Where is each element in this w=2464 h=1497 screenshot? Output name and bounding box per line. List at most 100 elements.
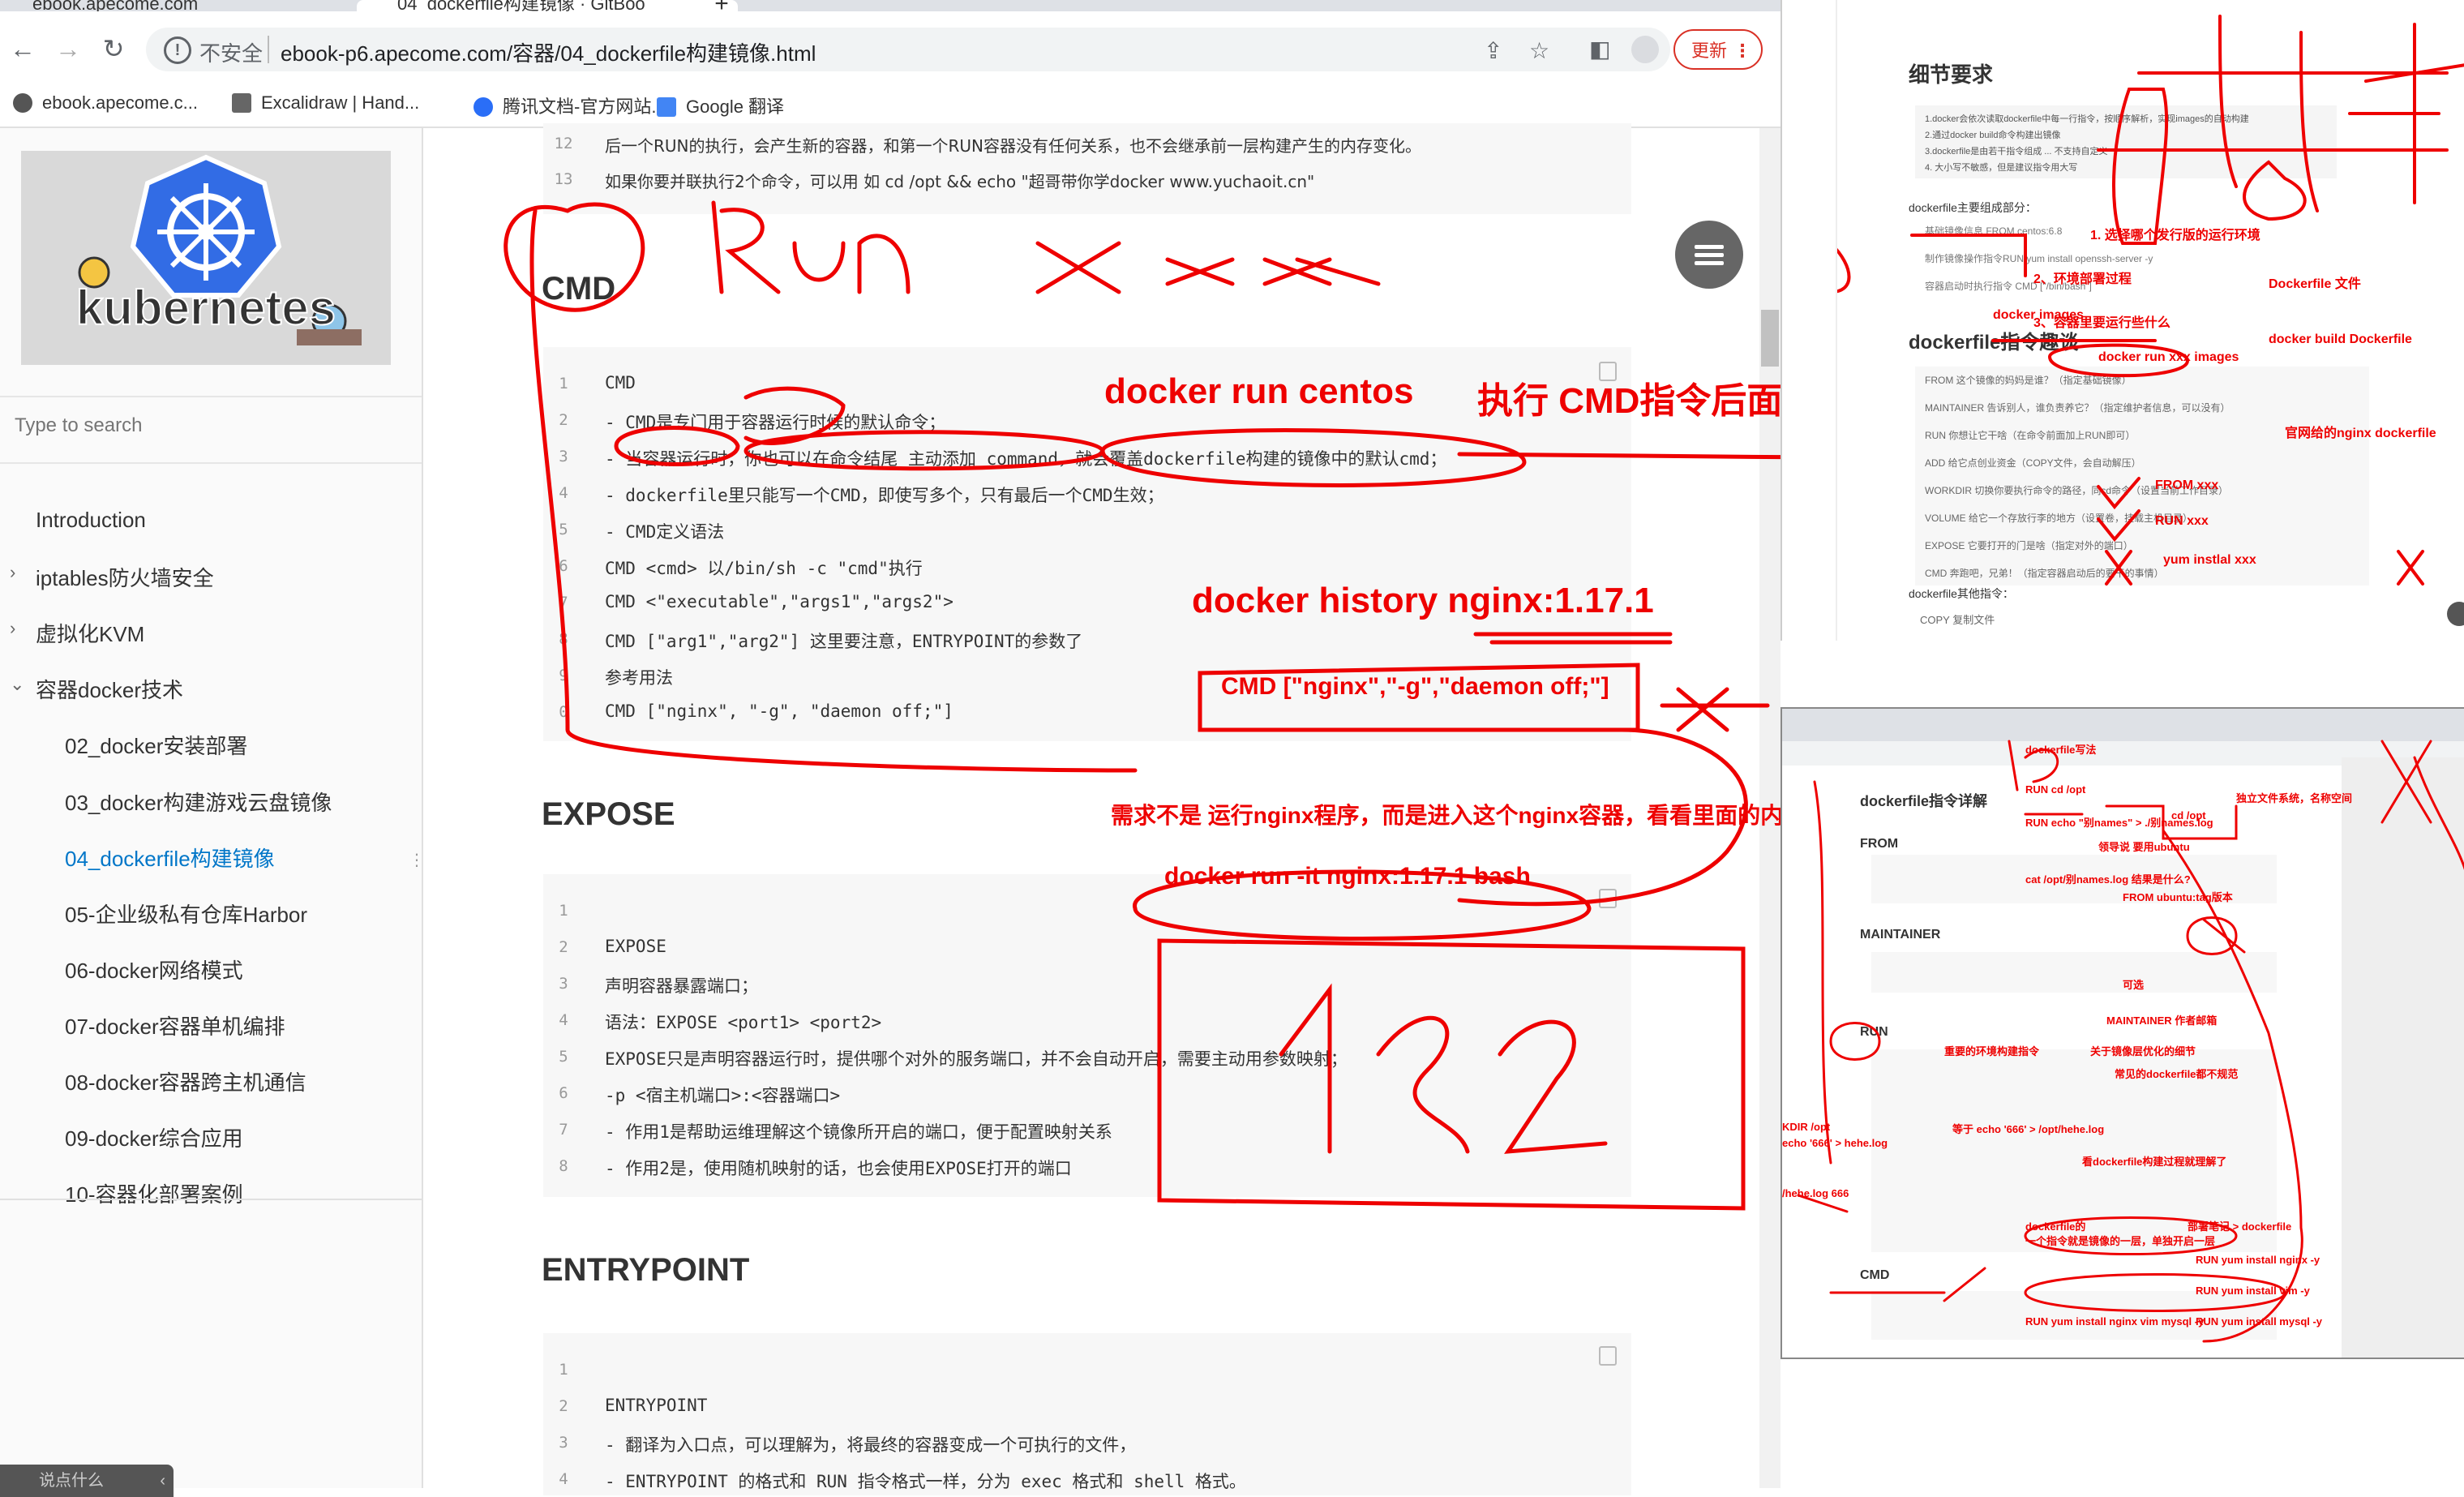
annotation: RUN yum install nginx -y (2196, 1254, 2320, 1266)
code-block-entrypoint: 1 2 ENTRYPOINT 3 - 翻译为入口点，可以理解为，将最终的容器变成一个可执… (543, 1333, 1631, 1495)
chevron-right-icon[interactable]: › (10, 618, 15, 639)
mini-tabstrip (1782, 709, 2464, 741)
code-line: - 作用1是帮助运维理解这个镜像所开启的端口，便于配置映射关系 (605, 1122, 1112, 1142)
list-item: CMD 奔跑吧，兄弟！（指定容器启动后的要干的事情） (1925, 568, 2164, 579)
chevron-down-icon[interactable]: ⌄ (10, 674, 24, 695)
code-line: - 作用2是，使用随机映射的话，也会使用EXPOSE打开的端口 (605, 1159, 1072, 1178)
profile-avatar-icon[interactable] (1631, 36, 1659, 63)
share-icon[interactable]: ⇪ (1484, 37, 1502, 64)
line-number: 1 (559, 1361, 568, 1379)
scrollbar-thumb[interactable] (1761, 310, 1779, 367)
code-line: - dockerfile里只能写一个CMD，即使写多个，只有最后一个CMD生效； (605, 486, 1164, 505)
code-line: EXPOSE (605, 937, 666, 956)
bookmark-ebook[interactable]: ebook.apecome.c... (13, 92, 198, 114)
reload-icon[interactable]: ↻ (101, 36, 126, 62)
bookmarks-bar: ebook.apecome.c... Excalidraw | Hand... … (0, 86, 1781, 128)
annotation-cmd-nginx: CMD ["nginx","-g","daemon off;"] (1221, 673, 1609, 700)
back-arrow-icon[interactable]: ← (10, 36, 36, 62)
bookmark-label: Excalidraw | Hand... (261, 92, 420, 113)
bookmark-label: Google 翻译 (686, 97, 785, 117)
mini-from: FROM (1860, 837, 1899, 851)
tab-dockerfile[interactable]: 04_dockerfile构建镜像 · GitBoo (357, 0, 738, 11)
list-item: RUN 你想让它干啥（在命令前面加上RUN即可） (1925, 430, 2136, 441)
sidepanel-icon[interactable]: ◧ (1589, 36, 1610, 62)
code-line: CMD <cmd> 以/bin/sh -c "cmd"执行 (605, 559, 923, 578)
chevron-right-icon[interactable]: › (10, 562, 15, 583)
annotation: 部署笔记 > dockerfile (2188, 1220, 2292, 1233)
bookmark-google-translate[interactable]: Google 翻译 (657, 92, 784, 118)
search-box[interactable] (0, 396, 422, 464)
search-input[interactable] (13, 414, 373, 438)
code-line: CMD ["nginx", "-g", "daemon off;"] (605, 701, 953, 721)
kubernetes-logo: kubernetes (21, 151, 391, 365)
menu-fab-button[interactable] (1675, 221, 1743, 289)
line-number: 4 (559, 1011, 568, 1029)
line-number: 2 (559, 938, 568, 956)
list-item: MAINTAINER 告诉别人，谁负责养它？（指定维护者信息，可以没有） (1925, 402, 2230, 414)
resize-handle-icon[interactable]: ⋮ (409, 850, 425, 870)
update-button[interactable]: 更新 ⋮ (1673, 29, 1763, 70)
copy-icon[interactable] (1599, 1346, 1617, 1366)
sidebar-item-label: 09-docker综合应用 (65, 1126, 243, 1151)
annotation: 重要的环境构建指令 (1944, 1045, 2040, 1057)
new-tab-button[interactable]: + (705, 0, 738, 11)
bookmark-label: ebook.apecome.c... (42, 92, 199, 113)
sidebar-item-label: 07-docker容器单机编排 (65, 1014, 285, 1039)
annotation: echo '666' > hehe.log (1782, 1137, 1888, 1149)
annotation: MAINTAINER 作者邮箱 (2106, 1014, 2218, 1027)
sidebar-item-label: 06-docker网络模式 (65, 959, 243, 983)
comment-footer[interactable]: 说点什么 ‹ (0, 1465, 174, 1497)
sidebar-item-label: 10-容器化部署案例 (65, 1182, 243, 1207)
line-number: 8 (559, 630, 568, 648)
annotation: 领导说 要用ubuntu (2098, 841, 2190, 853)
line-number: 2 (559, 411, 568, 429)
mini-right-column (2342, 757, 2464, 1358)
bookmark-tencent-docs[interactable]: 腾讯文档-官方网站... (474, 92, 666, 118)
warning-icon[interactable]: ! (164, 36, 191, 64)
annotation: RUN cd /opt (2025, 783, 2086, 796)
list-item: EXPOSE 它要打开的门是啥（指定对外的端口） (1925, 540, 2133, 551)
code-line: CMD <"executable","args1","args2"> (605, 592, 953, 611)
copy-icon[interactable] (1599, 889, 1617, 908)
code-block-run: 12 后一个RUN的执行，会产生新的容器，和第一个RUN容器没有任何关系，也不会… (543, 123, 1631, 214)
list-item: 4. 大小写不敏感，但是建议指令用大写 (1925, 163, 2078, 173)
sidebar-item-label: 08-docker容器跨主机通信 (65, 1070, 306, 1095)
annotation: RUN yum install nginx vim mysql -y (2025, 1315, 2205, 1328)
annotation: RUN yum install vim -y (2196, 1285, 2310, 1297)
annotation: 独立文件系统，名称空间 (2236, 792, 2353, 804)
line-number: 7 (559, 1121, 568, 1139)
annotation: yum instlal xxx (2163, 553, 2256, 567)
annotation: /hehe.log 666 (1782, 1187, 1849, 1199)
bookmark-excalidraw[interactable]: Excalidraw | Hand... (232, 92, 419, 114)
line-number: 5 (559, 521, 568, 538)
annotation: Dockerfile 文件 (2269, 277, 2361, 291)
browser-toolbar: ← → ↻ ! 不安全 ebook-p6.apecome.com/容器/04_d… (0, 11, 1781, 86)
code-line: ENTRYPOINT (605, 1396, 708, 1415)
sidebar-item-label: 02_docker安装部署 (65, 734, 248, 758)
code-line: - CMD是专门用于容器运行时候的默认命令； (605, 413, 946, 432)
translate-icon (657, 97, 676, 117)
security-label[interactable]: 不安全 (199, 37, 263, 67)
code-line: EXPOSE只是声明容器运行时，提供哪个对外的服务端口，并不会自动开启，需要主动… (605, 1049, 1348, 1069)
list-item: ADD 给它点创业资金（COPY文件，会自动解压） (1925, 457, 2141, 469)
more-menu-icon[interactable]: ⋮ (1717, 31, 1751, 71)
line-number: 6 (559, 557, 568, 575)
code-line: - CMD定义语法 (605, 522, 725, 542)
logo-wordmark: kubernetes (76, 281, 336, 335)
hamburger-icon (1695, 261, 1724, 265)
address-bar[interactable]: ! 不安全 ebook-p6.apecome.com/容器/04_dockerf… (146, 28, 1670, 71)
forward-arrow-icon[interactable]: → (55, 36, 81, 62)
code-line: 后一个RUN的执行，会产生新的容器，和第一个RUN容器没有任何关系，也不会继承前… (605, 136, 1421, 156)
list-item: VOLUME 给它一个存放行李的地方（设置卷，挂载主机目录） (1925, 513, 2193, 524)
mini-heading: dockerfile指令详解 (1860, 793, 1988, 809)
collapse-chevron-icon[interactable]: ‹ (160, 1465, 165, 1497)
annotation: 关于镜像层优化的细节 (2090, 1045, 2196, 1057)
scroll-top-icon[interactable] (2447, 602, 2464, 626)
nav-divider (0, 1199, 422, 1200)
bookmark-star-icon[interactable]: ☆ (1529, 37, 1549, 64)
sidebar-item-label: iptables防火墙安全 (36, 566, 214, 590)
address-url[interactable]: ebook-p6.apecome.com/容器/04_dockerfile构建镜… (281, 37, 816, 67)
mini-code-2 (1871, 952, 2277, 993)
tab-ebook[interactable]: ebook.apecome.com (32, 0, 332, 11)
address-separator (268, 36, 269, 63)
